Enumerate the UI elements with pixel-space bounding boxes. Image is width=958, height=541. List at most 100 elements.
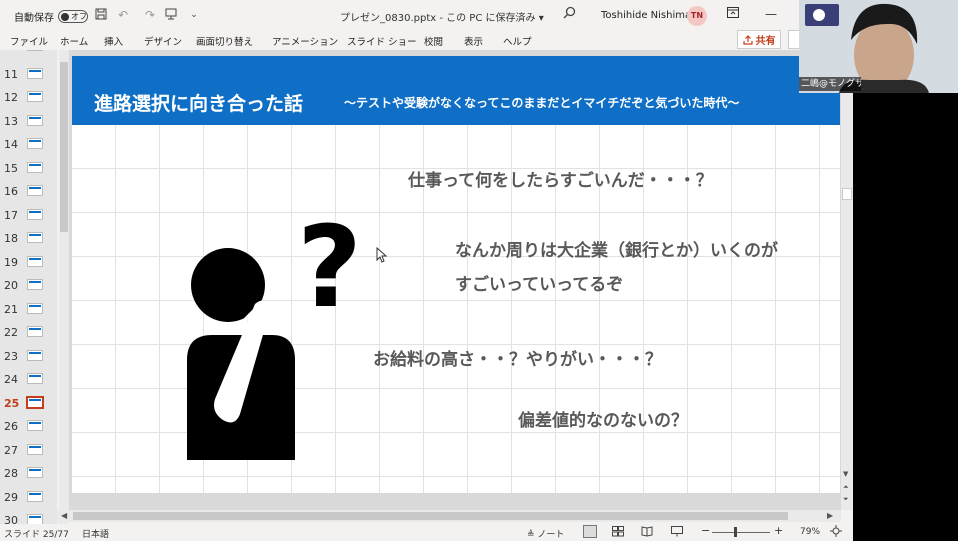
scrollbar-thumb[interactable]: [60, 62, 68, 232]
slide-thumbnail-active[interactable]: 25: [0, 394, 57, 414]
slide-thumbnail[interactable]: 11: [0, 65, 57, 85]
tab-file[interactable]: ファイル: [10, 34, 48, 48]
scrollbar-thumb[interactable]: [842, 188, 852, 200]
vertical-scrollbar[interactable]: ▼ ⏶ ⏷: [841, 50, 853, 510]
share-icon: [742, 34, 753, 45]
tab-slideshow[interactable]: スライド ショー: [347, 34, 417, 48]
slide-thumbnail[interactable]: 17: [0, 206, 57, 226]
slide-subtitle[interactable]: 〜テストや受験がなくなってこのままだとイマイチだぞと気づいた時代〜: [344, 94, 739, 111]
thumbnail-image: [27, 232, 43, 243]
tab-design[interactable]: デザイン: [144, 34, 182, 48]
horizontal-scrollbar[interactable]: ◀ ▶: [57, 510, 841, 522]
tab-home[interactable]: ホーム: [60, 34, 88, 48]
slide-thumbnail[interactable]: 30: [0, 511, 57, 524]
thumbnail-image: [27, 303, 43, 314]
slide-thumbnail[interactable]: 27: [0, 441, 57, 461]
slide-thumbnail[interactable]: 24: [0, 370, 57, 390]
slide-thumbnail[interactable]: 13: [0, 112, 57, 132]
tab-view[interactable]: 表示: [464, 34, 483, 48]
slide-thumbnail[interactable]: 15: [0, 159, 57, 179]
redo-icon[interactable]: ↷: [143, 8, 157, 22]
present-icon[interactable]: [164, 8, 178, 22]
next-slide-icon[interactable]: ⏷: [843, 495, 849, 504]
slide-thumbnail[interactable]: 21: [0, 300, 57, 320]
share-label: 共有: [755, 36, 776, 47]
scrollbar-thumb[interactable]: [73, 512, 788, 520]
thumbnail-image: [26, 396, 44, 409]
title-bar: 自動保存 オフ ↶ ↷ ⌄ プレゼン_0830.pptx - この PC に保存…: [0, 0, 853, 32]
slide-thumbnail[interactable]: 20: [0, 276, 57, 296]
thumbnail-scrollbar[interactable]: [59, 50, 69, 524]
slide-thumbnail[interactable]: 23: [0, 347, 57, 367]
thumbnail-image: [27, 91, 43, 102]
avatar[interactable]: TN: [687, 6, 707, 26]
status-bar: スライド 25/77 日本語 ≜ ノート − + 79%: [0, 524, 853, 541]
fit-to-window-icon[interactable]: [830, 525, 842, 540]
tab-help[interactable]: ヘルプ: [503, 34, 532, 48]
zoom-slider[interactable]: [712, 532, 770, 533]
previous-slide-icon[interactable]: ⏶: [843, 483, 849, 492]
slide-sorter-icon[interactable]: [612, 526, 624, 540]
tab-insert[interactable]: 挿入: [104, 34, 123, 48]
slide-text-1[interactable]: 仕事って何をしたらすごいんだ・・・？: [408, 166, 713, 191]
undo-icon[interactable]: ↶: [116, 8, 130, 22]
normal-view-icon[interactable]: [583, 525, 597, 538]
autosave-label: 自動保存: [14, 13, 54, 24]
thumbnail-image: [27, 68, 43, 79]
thinking-person-icon[interactable]: ?: [185, 212, 375, 460]
slideshow-view-icon[interactable]: [671, 526, 683, 540]
slide-text-2a[interactable]: なんか周りは大企業（銀行とか）いくのが: [455, 236, 778, 261]
slide-title[interactable]: 進路選択に向き合った話: [94, 89, 303, 116]
share-button[interactable]: 共有: [737, 30, 781, 49]
scroll-down-icon[interactable]: ▼: [843, 470, 848, 478]
thumbnail-image: [27, 209, 43, 220]
thumbnail-image: [27, 138, 43, 149]
autosave-control[interactable]: 自動保存 オフ: [14, 9, 88, 24]
save-icon[interactable]: [94, 8, 108, 22]
slide-thumbnail[interactable]: 22: [0, 323, 57, 343]
notes-button[interactable]: ≜ ノート: [527, 527, 564, 540]
toggle-knob: [61, 12, 69, 21]
thumbnail-image: [27, 373, 43, 384]
thumbnail-image: [27, 162, 43, 173]
tab-transitions[interactable]: 画面切り替え: [196, 34, 253, 48]
thumbnail-image: [27, 514, 43, 524]
minimize-icon[interactable]: —: [765, 7, 777, 21]
zoom-level[interactable]: 79%: [800, 527, 820, 537]
slide[interactable]: 進路選択に向き合った話 〜テストや受験がなくなってこのままだとイマイチだぞと気づ…: [72, 56, 840, 493]
language-indicator[interactable]: 日本語: [82, 527, 109, 540]
slide-thumbnail[interactable]: 19: [0, 253, 57, 273]
document-title[interactable]: プレゼン_0830.pptx - この PC に保存済み ▾: [340, 9, 544, 24]
slide-thumbnail[interactable]: 16: [0, 182, 57, 202]
reading-view-icon[interactable]: [641, 526, 653, 540]
slide-thumbnail[interactable]: 29: [0, 488, 57, 508]
slide-thumbnail[interactable]: 14: [0, 135, 57, 155]
slide-thumbnail[interactable]: 12: [0, 88, 57, 108]
scroll-right-icon[interactable]: ▶: [827, 511, 833, 520]
search-icon[interactable]: [563, 6, 576, 23]
thumbnail-image: [27, 50, 43, 51]
thumbnail-image: [27, 467, 43, 478]
zoom-out-icon[interactable]: −: [701, 524, 710, 537]
thumbnail-image: [27, 279, 43, 290]
slide-thumbnail[interactable]: 18: [0, 229, 57, 249]
slide-thumbnail[interactable]: 28: [0, 464, 57, 484]
zoom-in-icon[interactable]: +: [774, 524, 783, 537]
chevron-down-icon: ▾: [538, 13, 544, 24]
tab-animations[interactable]: アニメーション: [272, 34, 338, 48]
slide-thumbnail[interactable]: 10: [0, 50, 57, 57]
slide-text-2b[interactable]: すごいっていってるぞ: [455, 270, 623, 295]
scroll-left-icon[interactable]: ◀: [61, 511, 67, 520]
ribbon-display-icon[interactable]: [727, 7, 739, 21]
zoom-slider-handle[interactable]: [734, 527, 737, 537]
autosave-toggle[interactable]: オフ: [58, 10, 88, 23]
slide-thumbnail[interactable]: 26: [0, 417, 57, 437]
tab-review[interactable]: 校閲: [424, 34, 443, 48]
user-name[interactable]: Toshihide Nishima: [601, 10, 691, 21]
slide-text-3[interactable]: お給料の高さ・・？やりがい・・・？: [373, 345, 662, 370]
customize-quick-access-icon[interactable]: ⌄: [187, 8, 201, 22]
mouse-cursor-icon: [376, 247, 388, 263]
question-mark: ?: [297, 212, 362, 333]
thumbnail-image: [27, 115, 43, 126]
slide-text-4[interactable]: 偏差値的なのないの？: [518, 406, 688, 431]
